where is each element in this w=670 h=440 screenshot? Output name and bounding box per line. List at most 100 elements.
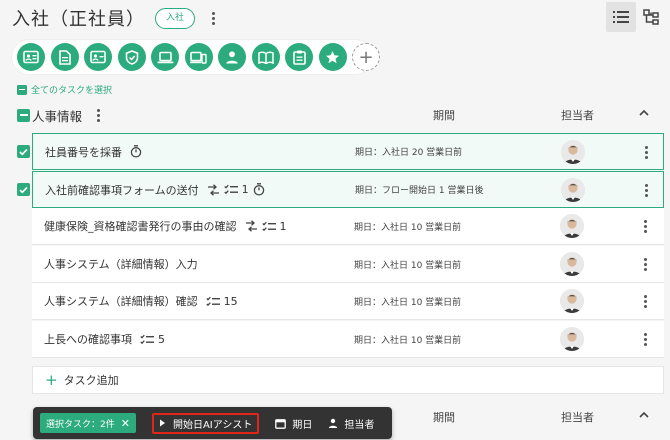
task-more-icon[interactable] [638,181,654,199]
task-row[interactable]: 社員番号を採番 期日：入社日 20 営業日前 [32,133,664,170]
view-toggle [606,2,666,32]
task-name: 社員番号を採番 [45,144,142,160]
check-icon [19,186,28,194]
checklist-count: 15 [223,294,238,308]
tree-icon [643,9,659,25]
task-period: 期日：入社日 10 営業日前 [354,260,462,271]
task-title: 人事システム（詳細情報）入力 [44,258,198,271]
list-view-button[interactable] [606,2,636,32]
id-card-icon[interactable] [17,43,45,71]
column-header-period: 期間 [433,109,455,122]
task-title: 入社前確認事項フォームの送付 [45,183,199,197]
dependency-icon [207,183,219,196]
add-task-button[interactable]: + タスク追加 [32,366,664,394]
lower-column-header-period: 期間 [433,411,455,424]
assignee-avatar[interactable] [561,140,585,164]
star-icon[interactable] [318,43,347,71]
category-tag[interactable]: 入社 [155,7,196,29]
lower-chevron-up-icon[interactable] [639,411,649,418]
assignee-avatar[interactable] [561,178,585,202]
add-task-label: タスク追加 [63,374,119,387]
ai-assist-label: 開始日AIアシスト [172,419,253,431]
page-header: 入社（正社員） 入社 [12,4,221,32]
task-period: 期日：フロー開始日 1 営業日後 [355,186,484,196]
task-meta: 1 [245,220,287,233]
task-checkbox[interactable] [17,183,30,196]
add-category-button[interactable]: + [352,43,380,71]
checklist-icon [140,334,154,344]
lower-column-header-assignee: 担当者 [561,411,594,424]
checklist-icon [261,221,276,231]
column-header-assignee: 担当者 [561,109,594,122]
chevron-up-icon[interactable] [639,109,649,116]
task-more-icon[interactable] [637,330,653,348]
task-row[interactable]: 人事システム（詳細情報）確認 15 期日：入社日 10 営業日前 [32,283,664,320]
task-name: 人事システム（詳細情報）確認 15 [44,293,238,309]
checklist-icon [224,184,238,195]
header-more-icon[interactable] [205,9,221,27]
book-icon[interactable] [251,43,280,71]
section-more-icon[interactable] [90,106,106,124]
assignee-avatar[interactable] [560,289,584,313]
assignee-avatar[interactable] [560,327,584,351]
task-row[interactable]: 上長への確認事項 5 期日：入社日 10 営業日前 [32,321,664,358]
person-icon[interactable] [218,43,246,71]
assignee-avatar[interactable] [560,214,584,238]
task-row[interactable]: 人事システム（詳細情報）入力 期日：入社日 10 営業日前 [32,246,664,283]
bulk-action-bar: 選択タスク：2件 ✕ 開始日AIアシスト 期日 担当者 [33,407,392,439]
assignee-avatar[interactable] [560,252,584,276]
due-date-label: 期日 [292,419,313,431]
page-title: 入社（正社員） [12,9,145,30]
document-icon[interactable] [50,43,79,71]
task-title: 人事システム（詳細情報）確認 [44,295,198,308]
shield-check-icon[interactable] [117,43,146,71]
laptop-icon[interactable] [151,43,179,71]
dependency-icon [245,220,257,232]
tree-view-button[interactable] [636,2,666,32]
section-title: 人事情報 [32,108,83,124]
category-icon-bar: + [12,40,380,74]
assignee-label: 担当者 [344,419,375,431]
task-title: 社員番号を採番 [45,145,122,159]
task-period: 期日：入社日 10 営業日前 [354,297,462,308]
task-row[interactable]: 健康保険_資格確認書発行の事由の確認 1 期日：入社日 10 営業日前 [32,208,664,245]
selected-count-chip: 選択タスク：2件 ✕ [40,413,136,433]
task-more-icon[interactable] [637,255,653,273]
set-assignee-button[interactable]: 担当者 [328,416,374,431]
person-icon [329,418,338,428]
checklist-count: 1 [279,219,287,233]
task-meta [130,145,142,158]
task-name: 上長への確認事項 5 [44,331,165,347]
plus-icon: + [45,370,58,389]
timer-icon [253,183,264,196]
task-more-icon[interactable] [637,292,653,310]
select-all-tasks[interactable]: 全てのタスクを選択 [17,83,112,96]
list-icon [613,11,629,23]
task-meta: 1 [207,183,265,196]
devices-icon[interactable] [184,43,213,71]
clear-selection-icon[interactable]: ✕ [121,417,130,430]
task-title: 上長への確認事項 [44,333,132,346]
task-more-icon[interactable] [638,143,654,161]
check-icon [19,148,28,156]
task-name: 健康保険_資格確認書発行の事由の確認 1 [44,218,287,234]
task-name: 人事システム（詳細情報）入力 [44,256,198,272]
clipboard-icon[interactable] [285,43,313,71]
section-header: 人事情報 期間 担当者 [17,104,667,126]
select-all-label: 全てのタスクを選択 [31,86,113,96]
select-all-checkbox-icon [17,84,27,95]
set-due-date-button[interactable]: 期日 [275,416,312,431]
task-period: 期日：入社日 10 営業日前 [354,335,462,346]
task-period: 期日：入社日 20 営業日前 [355,148,463,158]
task-title: 健康保険_資格確認書発行の事由の確認 [44,220,237,233]
start-date-ai-assist-button[interactable]: 開始日AIアシスト [151,412,260,434]
section-checkbox[interactable] [17,108,30,122]
task-period: 期日：入社日 10 営業日前 [354,222,462,233]
timer-icon [130,145,142,158]
profile-card-icon[interactable] [84,43,112,71]
task-row[interactable]: 入社前確認事項フォームの送付 1 期日：フロー開始日 1 営業日後 [32,171,664,208]
task-checkbox[interactable] [17,145,30,158]
task-meta: 5 [140,333,165,346]
task-more-icon[interactable] [637,217,653,235]
calendar-icon [275,418,287,429]
